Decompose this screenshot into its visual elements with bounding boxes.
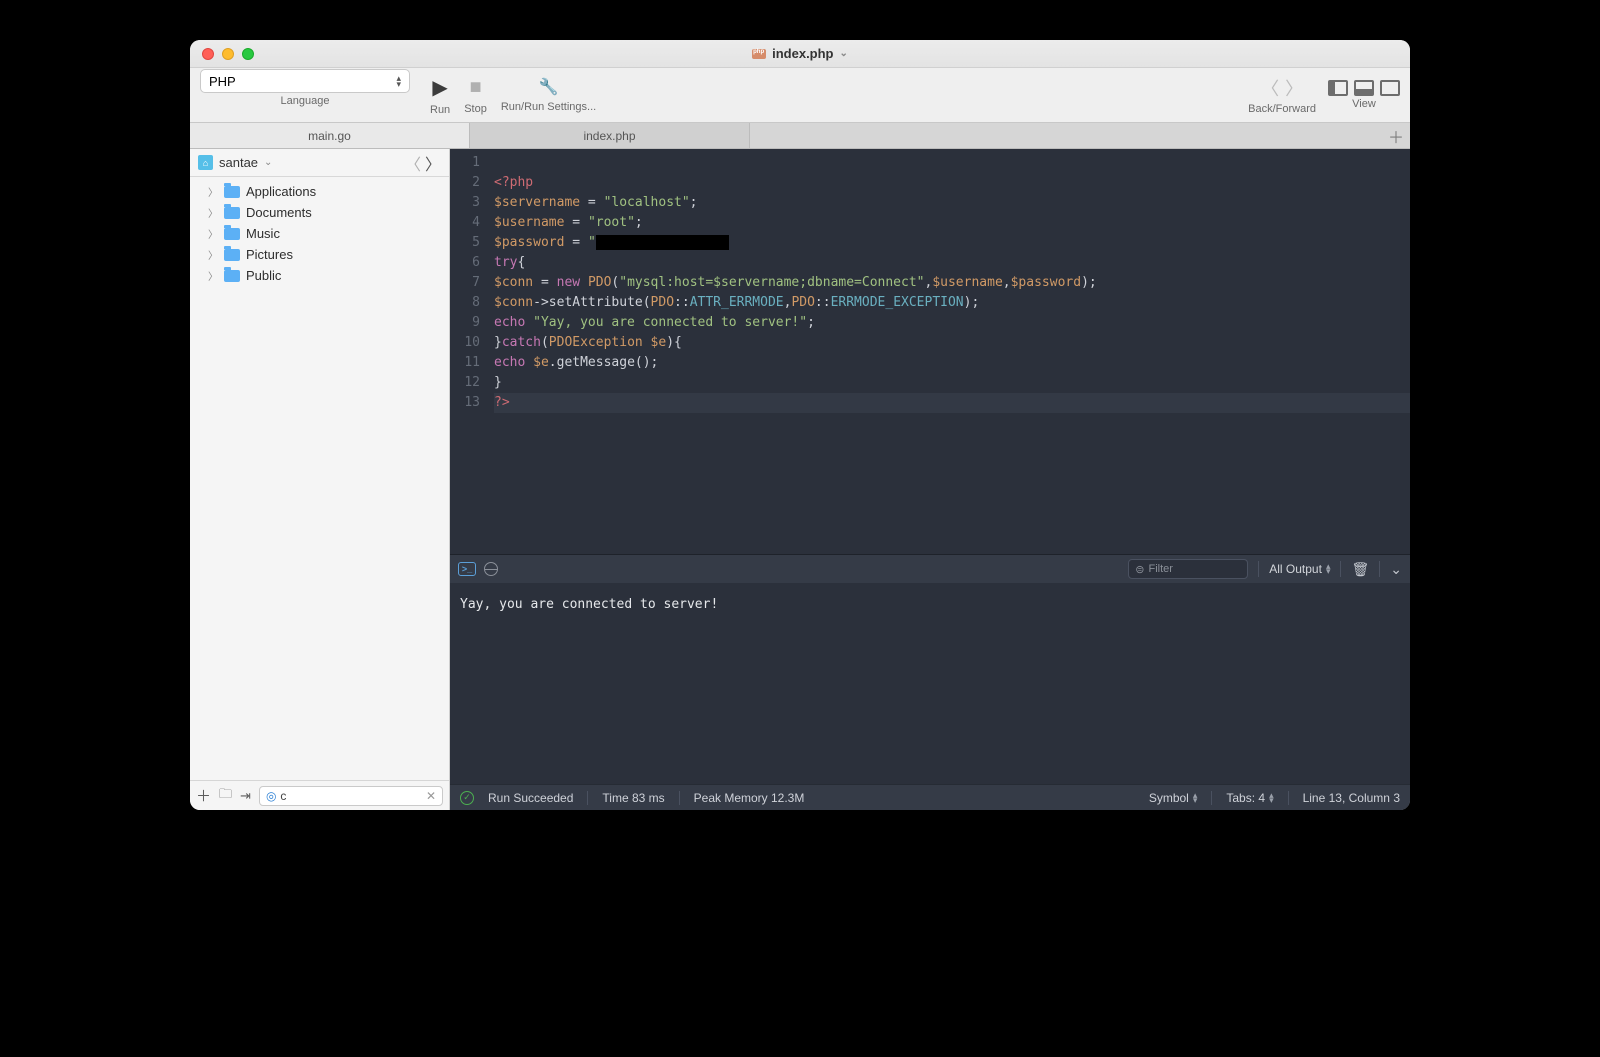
chevron-down-icon: ⌄: [840, 48, 848, 59]
window-title-text: index.php: [772, 46, 833, 61]
code-body[interactable]: <?php$servername = "localhost";$username…: [488, 149, 1410, 554]
toolbar: PHP ▴▾ Language ▶ Run ■ Stop 🔧 Run/Run S…: [190, 68, 1410, 123]
disclosure-chevron-icon: 〉: [208, 205, 218, 220]
status-bar: ✓ Run Succeeded Time 83 ms Peak Memory 1…: [450, 784, 1410, 810]
tab-index-php[interactable]: index.php: [470, 123, 750, 148]
wrench-icon: 🔧: [539, 77, 559, 97]
tree-item-label: Music: [246, 226, 280, 241]
status-ok-icon: ✓: [460, 791, 474, 805]
symbol-select[interactable]: Symbol ▴▾: [1149, 791, 1198, 805]
console-output: Yay, you are connected to server!: [450, 583, 1410, 784]
chevrons-icon: ▴▾: [396, 75, 401, 87]
sidebar-back-button[interactable]: 〈: [405, 151, 421, 175]
folder-icon: [224, 249, 240, 261]
play-icon: ▶: [432, 75, 447, 100]
tree-item[interactable]: 〉 Music: [190, 223, 449, 244]
console-toolbar: >_ ⊜ Filter All Output ▴▾: [450, 555, 1410, 583]
code-editor[interactable]: 12345678910111213 <?php$servername = "lo…: [450, 149, 1410, 554]
language-value: PHP: [209, 74, 236, 89]
clear-console-button[interactable]: 🗑: [1351, 561, 1369, 578]
tree-item-label: Pictures: [246, 247, 293, 262]
forward-button[interactable]: 〉: [1285, 75, 1303, 101]
console-tab-button[interactable]: >_: [458, 562, 476, 576]
add-tab-button[interactable]: ＋: [1382, 123, 1410, 148]
add-button[interactable]: ＋: [196, 785, 211, 806]
tab-row: main.go index.php ＋: [190, 123, 1410, 149]
status-memory-text: Peak Memory 12.3M: [694, 791, 805, 805]
web-tab-button[interactable]: [484, 562, 498, 576]
home-icon: ⌂: [198, 155, 213, 170]
titlebar: index.php ⌄: [190, 40, 1410, 68]
sidebar-search-input[interactable]: ◎ c ✕: [259, 786, 443, 806]
import-icon[interactable]: ⇥: [240, 788, 251, 804]
clear-search-button[interactable]: ✕: [426, 789, 436, 803]
tree-item[interactable]: 〉 Documents: [190, 202, 449, 223]
disclosure-chevron-icon: 〉: [208, 184, 218, 199]
tree-item-label: Applications: [246, 184, 316, 199]
status-time-text: Time 83 ms: [602, 791, 664, 805]
tree-item[interactable]: 〉 Pictures: [190, 244, 449, 265]
app-window: index.php ⌄ PHP ▴▾ Language ▶ Run ■ Stop: [190, 40, 1410, 810]
status-run-text: Run Succeeded: [488, 791, 573, 805]
folder-icon: [224, 186, 240, 198]
sidebar-footer: ＋ 🗀 ⇥ ◎ c ✕: [190, 780, 449, 810]
tree-item-label: Public: [246, 268, 281, 283]
language-select[interactable]: PHP ▴▾: [200, 69, 410, 93]
view-plain-button[interactable]: [1380, 80, 1400, 96]
folder-icon: [224, 207, 240, 219]
console-filter-placeholder: Filter: [1148, 563, 1172, 575]
editor-pane: 12345678910111213 <?php$servername = "lo…: [450, 149, 1410, 810]
disclosure-chevron-icon: 〉: [208, 268, 218, 283]
disclosure-chevron-icon: 〉: [208, 226, 218, 241]
tree-item-label: Documents: [246, 205, 312, 220]
language-label: Language: [281, 95, 330, 107]
tree-item[interactable]: 〉 Public: [190, 265, 449, 286]
disclosure-chevron-icon: 〉: [208, 247, 218, 262]
folder-icon: [224, 228, 240, 240]
run-settings-button[interactable]: 🔧 Run/Run Settings...: [501, 77, 596, 113]
sidebar-search-value: c: [280, 789, 286, 803]
folder-icon: [224, 270, 240, 282]
view-bottom-pane-button[interactable]: [1354, 80, 1374, 96]
sidebar-forward-button[interactable]: 〉: [425, 151, 441, 175]
tab-main-go[interactable]: main.go: [190, 123, 470, 148]
file-tree: 〉 Applications 〉 Documents 〉 Music 〉 Pictures 〉 P…: [190, 177, 449, 780]
tree-item[interactable]: 〉 Applications: [190, 181, 449, 202]
collapse-console-button[interactable]: ⌄: [1390, 561, 1402, 578]
run-button[interactable]: ▶ Run: [430, 75, 450, 116]
tabs-select[interactable]: Tabs: 4 ▴▾: [1226, 791, 1273, 805]
search-target-icon: ◎: [266, 789, 276, 803]
file-sidebar: ⌂ santae ⌄ 〈 〉 〉 Applications 〉 Documents 〉 M…: [190, 149, 450, 810]
php-file-icon: [752, 49, 766, 59]
stop-icon: ■: [469, 76, 481, 99]
console-output-filter[interactable]: All Output ▴▾: [1269, 562, 1330, 576]
sidebar-root-label: santae: [219, 155, 258, 170]
console-pane: >_ ⊜ Filter All Output ▴▾: [450, 554, 1410, 784]
view-left-pane-button[interactable]: [1328, 80, 1348, 96]
back-button[interactable]: 〈: [1261, 75, 1279, 101]
window-title[interactable]: index.php ⌄: [190, 46, 1410, 61]
line-gutter: 12345678910111213: [450, 149, 488, 554]
console-filter-input[interactable]: ⊜ Filter: [1128, 559, 1248, 579]
sidebar-header[interactable]: ⌂ santae ⌄ 〈 〉: [190, 149, 449, 177]
cursor-position: Line 13, Column 3: [1303, 791, 1400, 805]
stop-button[interactable]: ■ Stop: [464, 76, 487, 115]
filter-icon: ⊜: [1135, 563, 1144, 576]
new-folder-button[interactable]: 🗀: [219, 785, 232, 807]
chevron-down-icon: ⌄: [264, 157, 272, 168]
